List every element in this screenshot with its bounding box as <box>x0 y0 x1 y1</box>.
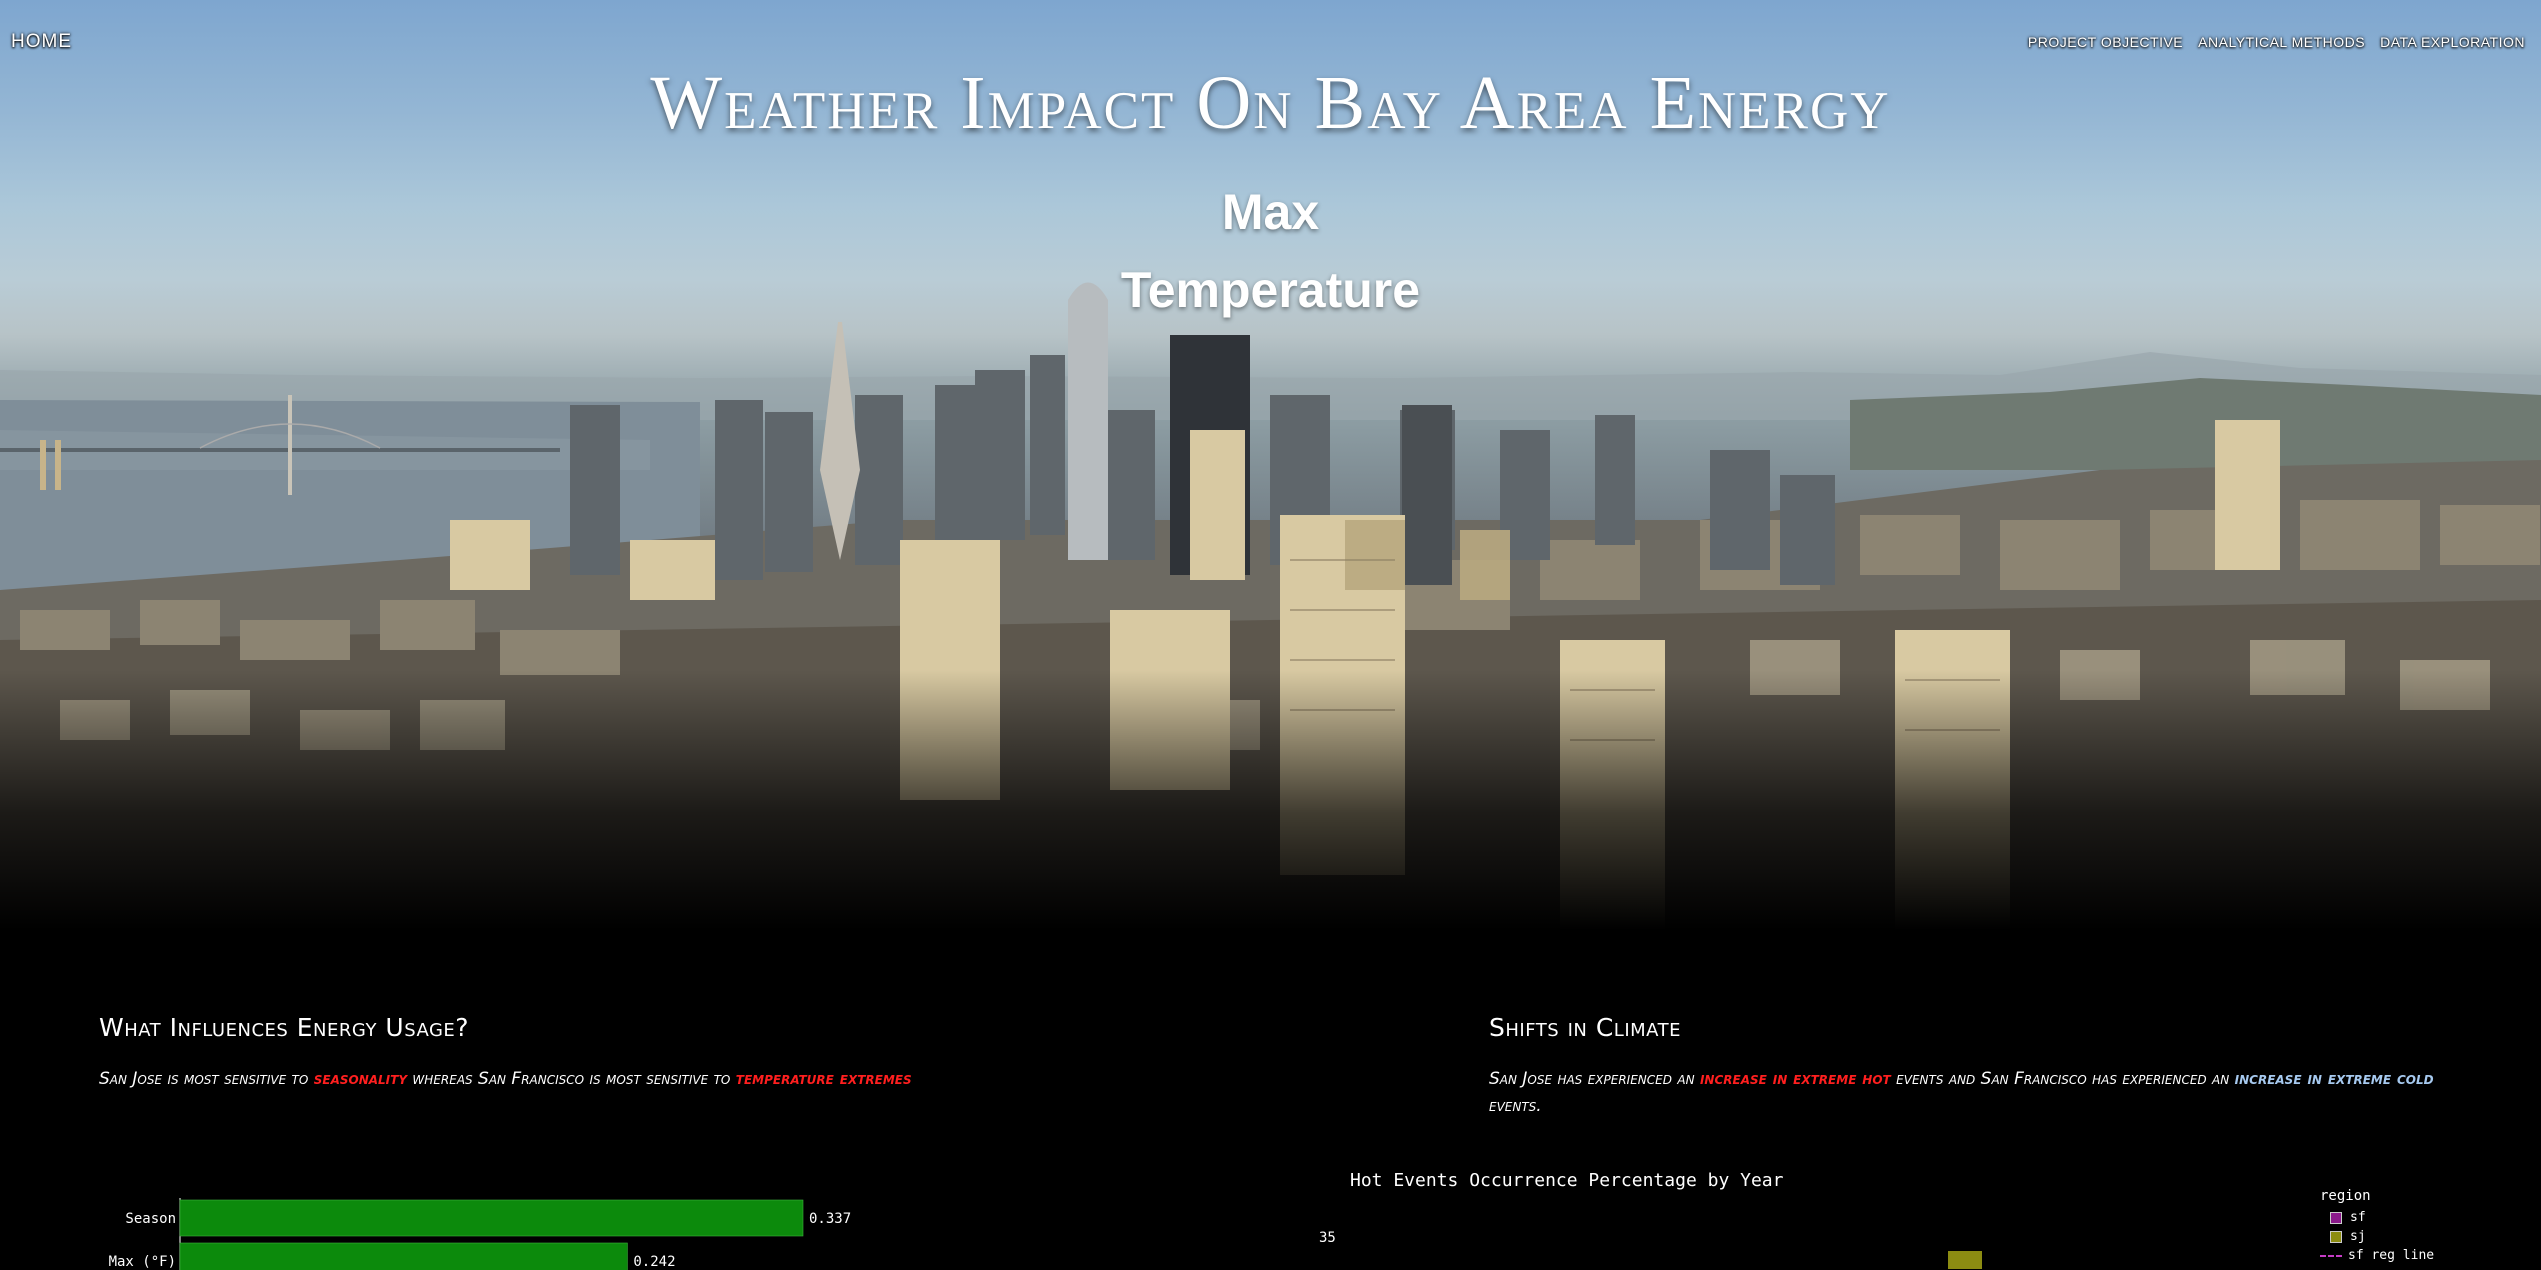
nav-link-data-exploration[interactable]: DATA EXPLORATION <box>2380 34 2525 50</box>
highlight-extreme-hot: increase in extreme hot <box>1699 1069 1891 1089</box>
y-tick-label: 35 <box>1319 1230 1336 1246</box>
legend-label: sj <box>2350 1229 2366 1244</box>
bar-category-label: Max (°F) <box>109 1254 176 1270</box>
legend-swatch <box>2320 1254 2342 1257</box>
bar-season <box>179 1199 804 1237</box>
climate-heading: Shifts in Climate <box>1489 1013 1681 1042</box>
hot-events-chart-title: Hot Events Occurrence Percentage by Year <box>1350 1170 1784 1191</box>
nav-menu: PROJECT OBJECTIVE ANALYTICAL METHODS DAT… <box>2028 34 2525 50</box>
bar-sj <box>1948 1251 1982 1269</box>
feature-importance-chart: Season 0.337 Max (°F) 0.242 <box>109 1198 851 1270</box>
legend-item-sj: sj <box>2320 1227 2434 1246</box>
bar-value-label: 0.242 <box>633 1254 675 1270</box>
nav-link-analytical-methods[interactable]: ANALYTICAL METHODS <box>2198 34 2365 50</box>
legend-label: sf reg line <box>2348 1248 2435 1263</box>
legend-swatch <box>2330 1211 2342 1224</box>
influences-heading: What Influences Energy Usage? <box>99 1013 470 1042</box>
bar-max-f- <box>179 1242 628 1270</box>
hero-subtitle-temperature: Temperature <box>1120 262 1421 318</box>
bar-value-label: 0.337 <box>809 1211 851 1227</box>
hero-subtitle-max: Max <box>1221 184 1320 240</box>
influences-text: San Jose is most sensitive to seasonalit… <box>99 1066 1039 1093</box>
chart-legend: region sf sj sf reg line <box>2320 1188 2434 1265</box>
legend-swatch <box>2330 1230 2342 1243</box>
influences-text-a: San Jose is most sensitive to <box>99 1069 314 1089</box>
hero-fade <box>0 670 2541 930</box>
nav-home-link[interactable]: HOME <box>11 31 72 53</box>
climate-text-c: events. <box>1489 1096 1542 1116</box>
nav-link-project-objective[interactable]: PROJECT OBJECTIVE <box>2028 34 2183 50</box>
climate-text: San Jose has experienced an increase in … <box>1489 1066 2439 1120</box>
influences-text-b: whereas San Francisco is most sensitive … <box>407 1069 736 1089</box>
highlight-extreme-cold: increase in extreme cold <box>2234 1069 2434 1089</box>
legend-item-sf: sf <box>2320 1208 2434 1227</box>
legend-item-sf-reg-line: sf reg line <box>2320 1246 2434 1265</box>
highlight-temperature-extremes: temperature extremes <box>735 1069 912 1089</box>
bar-category-label: Season <box>125 1211 176 1227</box>
climate-text-a: San Jose has experienced an <box>1489 1069 1700 1089</box>
climate-text-b: events and San Francisco has experienced… <box>1890 1069 2235 1089</box>
highlight-seasonality: seasonality <box>313 1069 408 1089</box>
legend-label: sf <box>2350 1210 2366 1225</box>
legend-title: region <box>2320 1188 2371 1204</box>
site-title: Weather Impact On Bay Area Energy <box>650 61 1891 145</box>
